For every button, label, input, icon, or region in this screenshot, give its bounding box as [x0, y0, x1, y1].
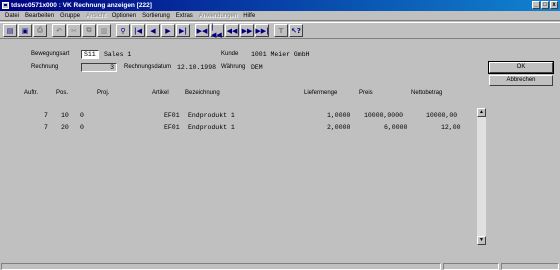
last-page-icon[interactable]: ▶▶|: [255, 24, 269, 37]
cell-seq: 0: [80, 124, 84, 131]
last-record-icon[interactable]: ▶|: [176, 24, 190, 37]
cell-auftr: 7: [44, 124, 48, 131]
kunde-value: 1001 Meier GmbH: [251, 51, 310, 58]
scroll-up-arrow-icon[interactable]: ▲: [477, 108, 486, 117]
waehrung-value: DEM: [251, 64, 263, 71]
cell-preis: 10000,0000: [364, 112, 404, 119]
column-header-liefermenge: Liefermenge: [304, 90, 338, 96]
rechnungsdatum-value: 12.10.1998: [177, 64, 217, 71]
status-pane-3: [501, 263, 559, 270]
column-header-auftr: Auftr.: [24, 90, 39, 96]
cell-seq: 0: [80, 112, 84, 119]
cell-artikel: EF01: [164, 124, 180, 131]
window-controls: _ □ x: [532, 1, 558, 9]
column-header-pos: Pos.: [56, 90, 69, 96]
title-bar: tdsvc0571x000 : VK Rechnung anzeigen [22…: [0, 0, 560, 11]
previous-page-icon[interactable]: ◀◀: [225, 24, 239, 37]
next-record-icon[interactable]: ▶: [161, 24, 175, 37]
cell-nettobetrag: 12,00: [441, 124, 461, 131]
menu-bearbeiten[interactable]: Bearbeiten: [22, 11, 57, 21]
column-header-artikel: Artikel: [152, 90, 169, 96]
menu-sortierung[interactable]: Sortierung: [139, 11, 173, 21]
column-header-bezeichnung: Bezeichnung: [185, 90, 220, 96]
cell-nettobetrag: 10000,00: [426, 112, 458, 119]
cell-bezeichnung: Endprodukt 1: [188, 112, 235, 119]
bewegungsart-description: Sales 1: [104, 51, 132, 58]
context-help-icon[interactable]: ↖?: [289, 24, 303, 37]
cell-pos: 20: [61, 124, 69, 131]
status-pane-2: [443, 263, 499, 270]
column-header-nettobetrag: Nettobetrag: [411, 90, 443, 96]
cell-pos: 10: [61, 112, 69, 119]
undo-icon[interactable]: ↶: [52, 24, 66, 37]
bewegungsart-label: Bewegungsart: [31, 51, 70, 57]
print-icon[interactable]: ⎙: [33, 24, 47, 37]
first-record-icon[interactable]: |◀: [131, 24, 145, 37]
column-header-preis: Preis: [359, 90, 373, 96]
cell-artikel: EF01: [164, 112, 180, 119]
first-set-icon[interactable]: |◀◀: [210, 23, 224, 39]
maximize-button[interactable]: □: [541, 1, 549, 9]
app-icon[interactable]: [2, 2, 9, 9]
abbrechen-button[interactable]: Abbrechen: [489, 75, 553, 86]
column-header-proj: Proj.: [97, 90, 110, 96]
menu-datei[interactable]: Datei: [2, 11, 22, 21]
first-page-icon[interactable]: ▶◀: [195, 24, 209, 37]
rechnung-label: Rechnung: [31, 64, 59, 70]
status-pane-message: [1, 263, 441, 270]
window-title: tdsvc0571x000 : VK Rechnung anzeigen [22…: [11, 2, 152, 9]
cut-icon[interactable]: ✂: [67, 24, 81, 37]
close-button[interactable]: x: [550, 1, 558, 9]
next-page-icon[interactable]: ▶▶: [240, 24, 254, 37]
copy-icon[interactable]: ⧉: [82, 24, 96, 37]
ok-button[interactable]: OK: [488, 61, 554, 74]
menu-optionen[interactable]: Optionen: [109, 11, 139, 21]
menu-extras[interactable]: Extras: [173, 11, 196, 21]
scroll-down-arrow-icon[interactable]: ▼: [477, 236, 486, 245]
menu-bar: Datei Bearbeiten Gruppe Ansicht Optionen…: [0, 11, 560, 21]
cell-auftr: 7: [44, 112, 48, 119]
vertical-scrollbar[interactable]: ▲ ▼: [477, 108, 486, 245]
text-icon[interactable]: T: [274, 24, 288, 37]
kunde-label: Kunde: [221, 51, 239, 57]
form-area: Bewegungsart S11 Sales 1 Kunde 1001 Meie…: [0, 40, 560, 262]
cell-liefermenge: 2,0000: [327, 124, 351, 131]
find-icon[interactable]: ⚲: [116, 24, 130, 37]
rechnungsdatum-label: Rechnungsdatum: [124, 64, 172, 70]
paste-icon[interactable]: ▥: [97, 24, 111, 37]
menu-gruppe[interactable]: Gruppe: [57, 11, 83, 21]
status-bar: [0, 263, 560, 270]
cell-bezeichnung: Endprodukt 1: [188, 124, 235, 131]
bewegungsart-field[interactable]: S11: [81, 50, 99, 59]
minimize-button[interactable]: _: [532, 1, 540, 9]
waehrung-label: Währung: [221, 64, 246, 70]
cell-preis: 6,0000: [384, 124, 408, 131]
open-icon[interactable]: ▤: [3, 24, 17, 37]
toolbar: ▤ ▣ ⎙ ↶ ✂ ⧉ ▥ ⚲ |◀ ◀ ▶ ▶| ▶◀ |◀◀ ◀◀ ▶▶ ▶…: [0, 22, 560, 39]
menu-anwendungen[interactable]: Anwendungen: [196, 11, 240, 21]
rechnung-field[interactable]: 3: [81, 63, 117, 72]
menu-hilfe[interactable]: Hilfe: [240, 11, 258, 21]
save-icon[interactable]: ▣: [18, 24, 32, 37]
previous-record-icon[interactable]: ◀: [146, 24, 160, 37]
cell-liefermenge: 1,0000: [327, 112, 351, 119]
menu-ansicht[interactable]: Ansicht: [83, 11, 109, 21]
